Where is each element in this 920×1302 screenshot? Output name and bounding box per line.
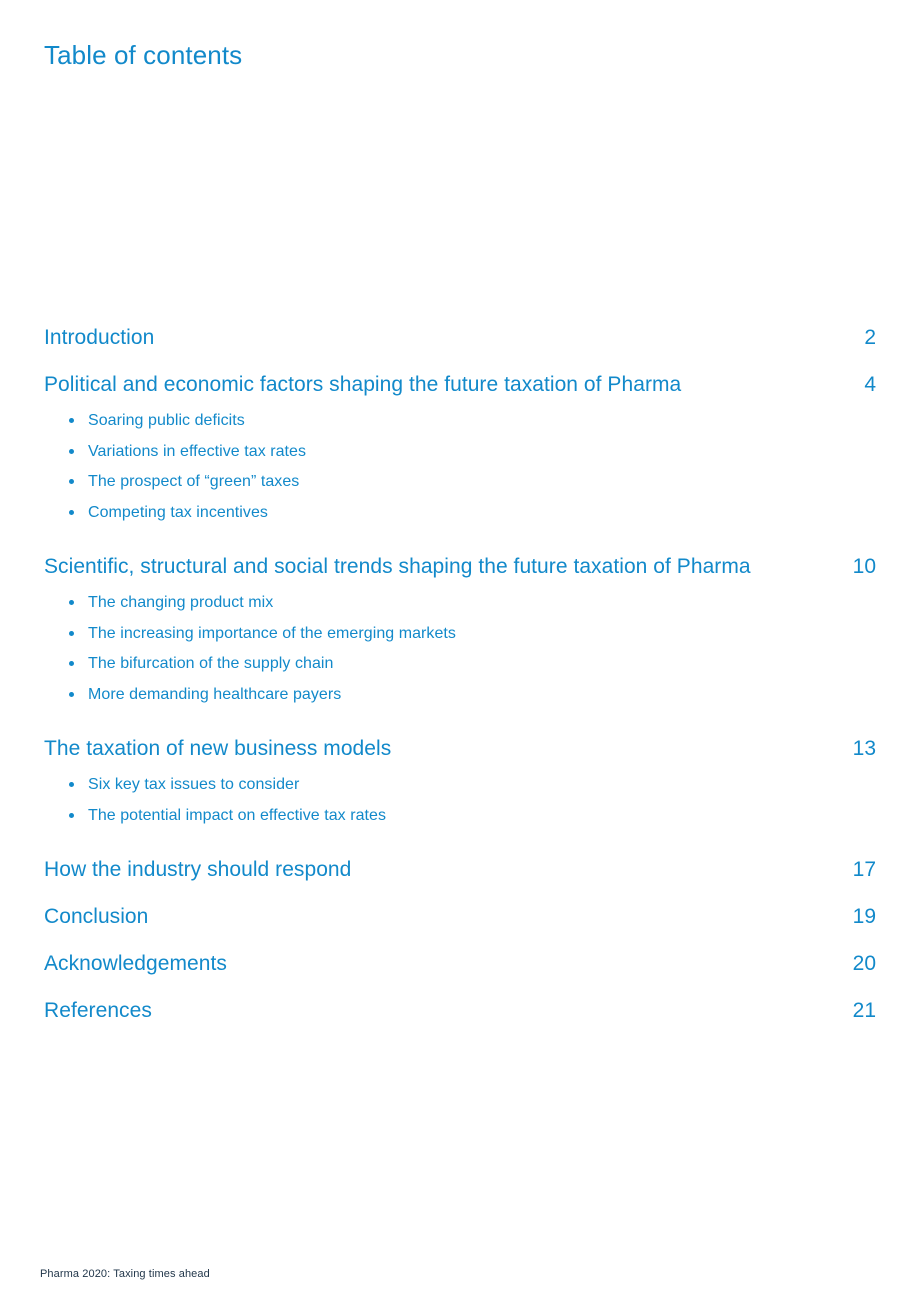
toc-subitem[interactable]: The increasing importance of the emergin… <box>44 619 876 650</box>
toc-spacer <box>44 831 876 854</box>
toc-spacer <box>44 886 876 901</box>
toc-entry[interactable]: Scientific, structural and social trends… <box>44 551 876 583</box>
toc-entry-page-number: 13 <box>852 737 876 760</box>
toc-subitem[interactable]: Soaring public deficits <box>44 406 876 437</box>
toc-subitem[interactable]: The changing product mix <box>44 588 876 619</box>
toc-entry[interactable]: Acknowledgements 20 <box>44 948 876 980</box>
toc-entry-title[interactable]: The taxation of new business models <box>44 733 391 765</box>
toc-subitem[interactable]: Variations in effective tax rates <box>44 437 876 468</box>
toc-subitem-label: Soaring public deficits <box>88 412 245 429</box>
toc-subitem[interactable]: The bifurcation of the supply chain <box>44 649 876 680</box>
toc-entry-title[interactable]: Scientific, structural and social trends… <box>44 551 751 583</box>
page-footer: Pharma 2020: Taxing times ahead <box>40 1268 210 1280</box>
toc-subitem-label: The increasing importance of the emergin… <box>88 624 456 642</box>
toc-sublist: The changing product mix The increasing i… <box>44 588 876 710</box>
bullet-dot-icon <box>69 630 74 636</box>
toc-entry-title[interactable]: How the industry should respond <box>44 854 351 886</box>
toc-subitem-label: Competing tax incentives <box>88 503 268 521</box>
toc-entry[interactable]: Conclusion 19 <box>44 901 876 933</box>
toc-subitem-label: The prospect of “green” taxes <box>88 473 300 490</box>
toc-spacer <box>44 528 876 551</box>
toc-entry[interactable]: Introduction 2 <box>44 322 876 354</box>
toc-sublist: Six key tax issues to consider The potent… <box>44 770 876 831</box>
toc-entry[interactable]: How the industry should respond 17 <box>44 854 876 886</box>
toc-subitem-label: The bifurcation of the supply chain <box>88 655 334 672</box>
toc-spacer <box>44 710 876 733</box>
toc-subitem-label: The potential impact on effective tax ra… <box>88 806 387 824</box>
toc-subitem[interactable]: Competing tax incentives <box>44 498 876 529</box>
toc-entry[interactable]: Political and economic factors shaping t… <box>44 369 876 401</box>
toc-entry-page-number: 10 <box>852 555 876 578</box>
toc-sublist: Soaring public deficits Variations in eff… <box>44 406 876 528</box>
toc-entry[interactable]: References 21 <box>44 995 876 1027</box>
toc-entry-page-number: 2 <box>864 326 876 349</box>
bullet-dot-icon <box>69 448 74 454</box>
toc-entry-title[interactable]: Introduction <box>44 322 154 354</box>
toc-entry-page-number: 4 <box>864 373 876 396</box>
bullet-dot-icon <box>69 418 74 423</box>
toc-subitem-label: Six key tax issues to consider <box>88 776 300 793</box>
document-page: Table of contents Introduction 2 Political… <box>0 0 920 1302</box>
toc-entry-page-number: 19 <box>852 905 876 928</box>
toc-subitem[interactable]: Six key tax issues to consider <box>44 770 876 801</box>
toc-spacer <box>44 354 876 369</box>
toc-entry-title[interactable]: Political and economic factors shaping t… <box>44 369 681 401</box>
toc-entry-title[interactable]: References <box>44 995 152 1027</box>
toc-subitem[interactable]: More demanding healthcare payers <box>44 680 876 711</box>
toc-subitem-label: More demanding healthcare payers <box>88 685 342 703</box>
toc-subitem-label: The changing product mix <box>88 594 274 611</box>
bullet-dot-icon <box>69 782 74 787</box>
bullet-dot-icon <box>69 509 74 515</box>
toc-entry-title[interactable]: Acknowledgements <box>44 948 227 980</box>
bullet-dot-icon <box>69 661 74 666</box>
page-title: Table of contents <box>44 40 243 70</box>
bullet-dot-icon <box>69 600 74 605</box>
toc-subitem[interactable]: The prospect of “green” taxes <box>44 467 876 498</box>
toc-entry-title[interactable]: Conclusion <box>44 901 148 933</box>
toc-spacer <box>44 980 876 995</box>
toc-subitem[interactable]: The potential impact on effective tax ra… <box>44 801 876 832</box>
toc-entry-page-number: 20 <box>852 952 876 975</box>
bullet-dot-icon <box>69 691 74 697</box>
table-of-contents: Introduction 2 Political and economic fact… <box>44 322 876 1027</box>
toc-entry-page-number: 17 <box>852 858 876 881</box>
bullet-dot-icon <box>69 812 74 818</box>
toc-entry-page-number: 21 <box>852 999 876 1022</box>
toc-spacer <box>44 933 876 948</box>
bullet-dot-icon <box>69 479 74 484</box>
toc-subitem-label: Variations in effective tax rates <box>88 442 307 460</box>
toc-entry[interactable]: The taxation of new business models 13 <box>44 733 876 765</box>
